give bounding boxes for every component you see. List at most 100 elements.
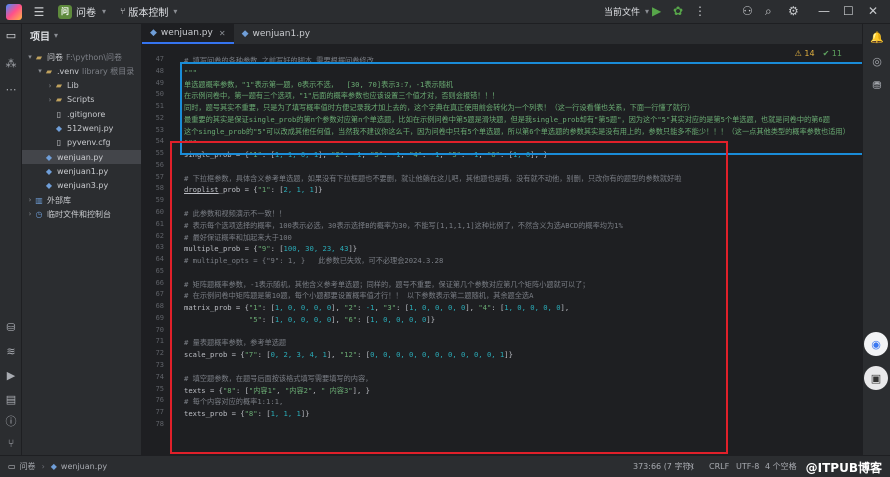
line-number: 66 [155,278,164,287]
left-tool-strip: ▭ ⁂ ⋯ ⛁ ≋ ▶ ▤ ⓘ ⑂ [0,24,22,455]
chevron-down-icon: ▾ [173,7,178,16]
tree-item[interactable]: › ▰ Lib [22,79,141,93]
run-config-label: 当前文件 [604,8,641,18]
editor-tabs: ◆ wenjuan.py ✕ ◆ wenjuan1.py ⋮ [142,24,890,45]
line-number: 77 [155,408,164,417]
folder-icon: ▰ [55,81,63,91]
breadcrumb-file[interactable]: wenjuan.py [61,462,107,471]
tree-item-label: 外部库 [47,195,71,205]
project-switcher[interactable]: 问 问卷 ▾ [58,4,106,19]
tab-label: wenjuan1.py [252,29,311,39]
breadcrumb-project[interactable]: 问卷 [20,461,36,472]
expand-arrow-icon[interactable]: › [26,196,34,204]
expand-arrow-icon[interactable]: ▾ [26,53,34,61]
tree-item[interactable]: ◆ wenjuan1.py [22,164,141,178]
tree-item[interactable]: ▯ pyvenv.cfg [22,136,141,150]
expand-arrow-icon[interactable]: › [26,210,34,218]
line-number-gutter: 47 48 49 50 51 52 53 54 55 56 57 58 59 60 61 62 63 64 65 66… [142,45,168,455]
ai-assistant-icon[interactable]: ◎ [869,54,885,70]
file-encoding[interactable]: UTF-8 [736,462,759,471]
line-number: 70 [155,325,164,334]
run-config-selector[interactable]: 当前文件 ▾ [604,5,649,18]
terminal-icon[interactable]: ▤ [3,392,19,408]
floating-translate-button[interactable]: ▣ [864,366,888,390]
python-file-icon: ◆ [45,166,53,176]
project-panel-header: 项目 ▾ [22,24,141,46]
hamburger-menu-icon[interactable]: ☰ [32,5,46,19]
weak-warnings-count: ✔ 11 [822,49,842,58]
tree-item[interactable]: ◆ wenjuan.py [22,150,141,165]
tree-item-label: wenjuan1.py [57,166,109,176]
scratch-icon: ◷ [35,209,43,219]
tree-item-label: .gitignore [67,109,106,119]
python-file-icon: ◆ [150,28,157,38]
line-number: 49 [155,78,164,87]
line-number: 55 [155,149,164,158]
code-editor[interactable]: 47 48 49 50 51 52 53 54 55 56 57 58 59 60 61 62 63 64 65 66… [142,45,862,455]
tree-item-label: 临时文件和控制台 [47,209,111,219]
notifications-icon[interactable]: 🔔 [869,30,885,46]
debug-icon[interactable]: ✿ [673,4,683,18]
layers-icon[interactable]: ≋ [3,344,19,360]
add-user-icon[interactable]: ⚇ [742,4,753,18]
tree-item-label: Scripts [67,95,95,105]
line-number: 78 [155,419,164,428]
inspection-widget[interactable]: ⚠ 14 ✔ 11 [795,49,842,58]
file-icon: ▯ [56,109,62,119]
database-icon[interactable]: ⛃ [869,78,885,94]
tree-item[interactable]: ◆ 512wenj.py [22,122,141,136]
line-number: 71 [155,337,164,346]
maximize-icon[interactable]: ☐ [843,4,854,18]
close-tab-icon[interactable]: ✕ [219,29,226,38]
python-packages-icon[interactable]: ⛁ [3,320,19,336]
line-number: 56 [155,160,164,169]
folder-icon: ▰ [35,52,43,62]
console-icon[interactable]: ▶ [3,368,19,384]
python-file-icon: ◆ [45,181,53,191]
more-tools-icon[interactable]: ⋯ [3,82,19,98]
tree-item[interactable]: › ◷ 临时文件和控制台 [22,207,141,221]
problems-icon[interactable]: ⓘ [3,414,19,430]
tree-item[interactable]: ▾ ▰ 问卷 F:\python\问卷 [22,50,141,64]
status-bar: ▭ 问卷 › ◆ wenjuan.py 373:66 (7 字符) ⛌ CRLF… [0,455,890,477]
minimize-icon[interactable]: — [818,4,830,18]
line-number: 61 [155,219,164,228]
line-number: 60 [155,208,164,216]
floating-helper-button[interactable]: ◉ [864,332,888,356]
line-number: 64 [155,255,164,264]
git-icon[interactable]: ⑂ [3,436,19,452]
cursor-position[interactable]: 373:66 (7 字符) [633,461,694,472]
line-separator[interactable]: CRLF [709,462,729,471]
project-folder-icon[interactable]: ▭ [3,28,19,44]
close-icon[interactable]: ✕ [868,4,878,18]
indent-setting[interactable]: 4 个空格 [765,461,797,472]
line-number: 52 [155,113,164,122]
search-icon[interactable]: ⌕ [765,4,772,19]
vcs-menu[interactable]: ⑂ 版本控制 ▾ [120,4,178,20]
tree-item[interactable]: › ▰ Scripts [22,93,141,107]
tree-item[interactable]: ▾ ▰ .venv library 根目录 [22,64,141,78]
tree-item[interactable]: ◆ wenjuan3.py [22,179,141,193]
tree-item[interactable]: ▯ .gitignore [22,107,141,121]
settings-icon[interactable]: ⚙ [788,4,799,18]
git-status-icon[interactable]: ⛌ [688,462,694,472]
expand-arrow-icon[interactable]: › [46,96,54,104]
expand-arrow-icon[interactable]: › [46,82,54,90]
line-number: 73 [155,361,164,370]
run-icon[interactable]: ▶ [652,4,661,18]
tab-wenjuan-py[interactable]: ◆ wenjuan.py ✕ [142,24,234,44]
line-number: 63 [155,243,164,252]
tab-wenjuan1-py[interactable]: ◆ wenjuan1.py [234,24,319,44]
expand-arrow-icon[interactable]: ▾ [36,67,44,75]
line-number: 53 [155,125,164,134]
line-number: 62 [155,231,164,240]
line-number: 47 [155,55,164,63]
structure-icon[interactable]: ⁂ [3,56,19,72]
tree-item-label: wenjuan.py [57,152,104,162]
tree-item[interactable]: › ▥ 外部库 [22,193,141,207]
chevron-down-icon[interactable]: ▾ [54,31,58,40]
line-number: 57 [155,172,164,181]
library-icon: ▥ [35,195,43,205]
more-actions-icon[interactable]: ⋮ [694,4,706,18]
tab-label: wenjuan.py [160,28,213,38]
